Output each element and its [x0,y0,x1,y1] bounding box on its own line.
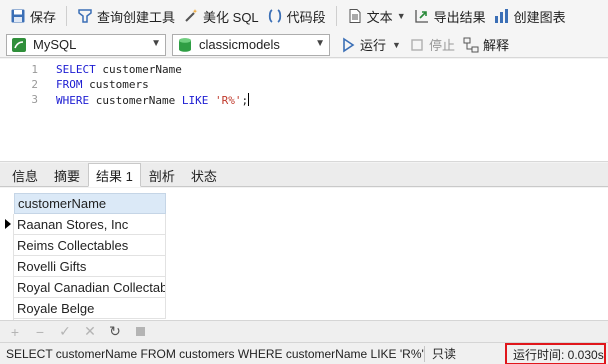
code-snippet-button[interactable]: 代码段 [263,3,330,29]
string-literal: 'R%' [214,94,242,107]
export-results-button[interactable]: 导出结果 [410,3,490,29]
query-builder-label: 查询创建工具 [97,9,176,25]
save-label: 保存 [30,9,57,25]
row-indicator-column [0,214,14,320]
line-number: 3 [31,93,38,106]
text-caret [248,93,250,106]
code-line: FROM customers [56,78,149,93]
database-value: classicmodels [199,37,280,52]
text-label: 文本 [366,9,393,25]
delete-record-icon[interactable]: − [31,323,49,341]
line-number: 1 [31,63,38,76]
connection-value: MySQL [33,37,77,52]
status-readonly: 只读 [432,347,457,361]
toolbar-divider [335,6,337,26]
export-results-label: 导出结果 [433,9,486,25]
run-dropdown-icon[interactable]: ▼ [392,40,401,50]
bar-chart-icon [494,8,510,24]
explain-icon [463,37,479,53]
table-row[interactable]: Royal Canadian Collectabl [14,277,166,298]
code-text: ; [241,94,249,107]
status-sql-text: SELECT customerName FROM customers WHERE… [6,346,424,361]
editor-line: 2 FROM customers [0,78,149,93]
save-icon [10,8,26,24]
beautify-sql-label: 美化 SQL [203,9,259,25]
connection-toolbar: MySQL ▼ classicmodels ▼ 运行 ▼ 停止 解释 [0,32,608,58]
code-text: customerName [95,63,182,76]
database-select[interactable]: classicmodels ▼ [172,33,330,56]
text-button[interactable]: 文本 ▼ [343,3,410,29]
add-record-icon[interactable]: + [6,323,24,341]
beautify-sql-button[interactable]: 美化 SQL [179,3,263,29]
grid-toolbar: + − ✓ ✕ ↻ [0,320,608,342]
play-icon [340,37,356,53]
discard-changes-icon[interactable]: ✕ [81,323,99,341]
status-bar: SELECT customerName FROM customers WHERE… [0,342,608,364]
explain-button[interactable]: 解释 [459,32,513,58]
editor-line: 3 WHERE customerName LIKE 'R%'; [0,93,250,108]
stop-icon [409,37,425,53]
stop-label: 停止 [428,38,455,53]
magic-wand-icon [183,8,199,24]
mysql-connection-icon [11,37,27,53]
document-icon [347,8,363,24]
keyword: LIKE [181,94,209,107]
stop-fetch-icon[interactable] [131,323,149,341]
apply-changes-icon[interactable]: ✓ [56,323,74,341]
tab-info[interactable]: 信息 [4,164,46,186]
keyword: SELECT [56,63,96,76]
code-text: customers [82,78,149,91]
sql-editor[interactable]: 1 SELECT customerName 2 FROM customers 3… [0,59,608,162]
editor-line: 1 SELECT customerName [0,63,182,78]
create-chart-button[interactable]: 创建图表 [490,3,570,29]
result-tabs: 信息 摘要 结果 1 剖析 状态 [0,163,608,187]
code-snippet-label: 代码段 [286,9,326,25]
refresh-icon[interactable]: ↻ [106,323,124,341]
line-number: 2 [31,78,38,91]
main-toolbar: 保存 查询创建工具 美化 SQL 代码段 文本 ▼ 导出结果 创建图表 [0,0,608,32]
save-button[interactable]: 保存 [6,3,60,29]
table-row[interactable]: Reims Collectables [14,235,166,256]
text-dropdown-icon[interactable]: ▼ [397,11,406,21]
toolbar-divider [66,6,68,26]
table-row[interactable]: Rovelli Gifts [14,256,166,277]
code-text: customerName [89,94,182,107]
keyword: FROM [56,78,83,91]
query-builder-button[interactable]: 查询创建工具 [73,3,179,29]
code-line: SELECT customerName [56,63,182,78]
column-header-customername[interactable]: customerName [14,193,166,214]
run-button[interactable]: 运行 ▼ [336,32,405,58]
query-builder-icon [77,8,93,24]
tab-result-1[interactable]: 结果 1 [88,163,141,187]
chevron-down-icon: ▼ [315,37,325,49]
table-row[interactable]: Royale Belge [14,298,166,319]
tab-status[interactable]: 状态 [183,164,225,186]
results-grid: customerName Raanan Stores, Inc Reims Co… [0,188,608,320]
status-runtime: 运行时间: 0.030s [505,343,606,364]
keyword: WHERE [56,94,90,107]
database-icon [177,37,193,53]
stop-button[interactable]: 停止 [405,32,459,58]
create-chart-label: 创建图表 [513,9,566,25]
chevron-down-icon: ▼ [151,37,161,49]
explain-label: 解释 [482,38,509,53]
run-label: 运行 [360,38,387,53]
code-snippet-icon [267,8,283,24]
tab-summary[interactable]: 摘要 [46,164,88,186]
connection-select[interactable]: MySQL ▼ [6,33,166,56]
table-row[interactable]: Raanan Stores, Inc [14,214,166,235]
tab-profile[interactable]: 剖析 [141,164,183,186]
export-icon [414,8,430,24]
current-row-indicator-icon [5,219,11,229]
code-line: WHERE customerName LIKE 'R%'; [56,93,250,108]
